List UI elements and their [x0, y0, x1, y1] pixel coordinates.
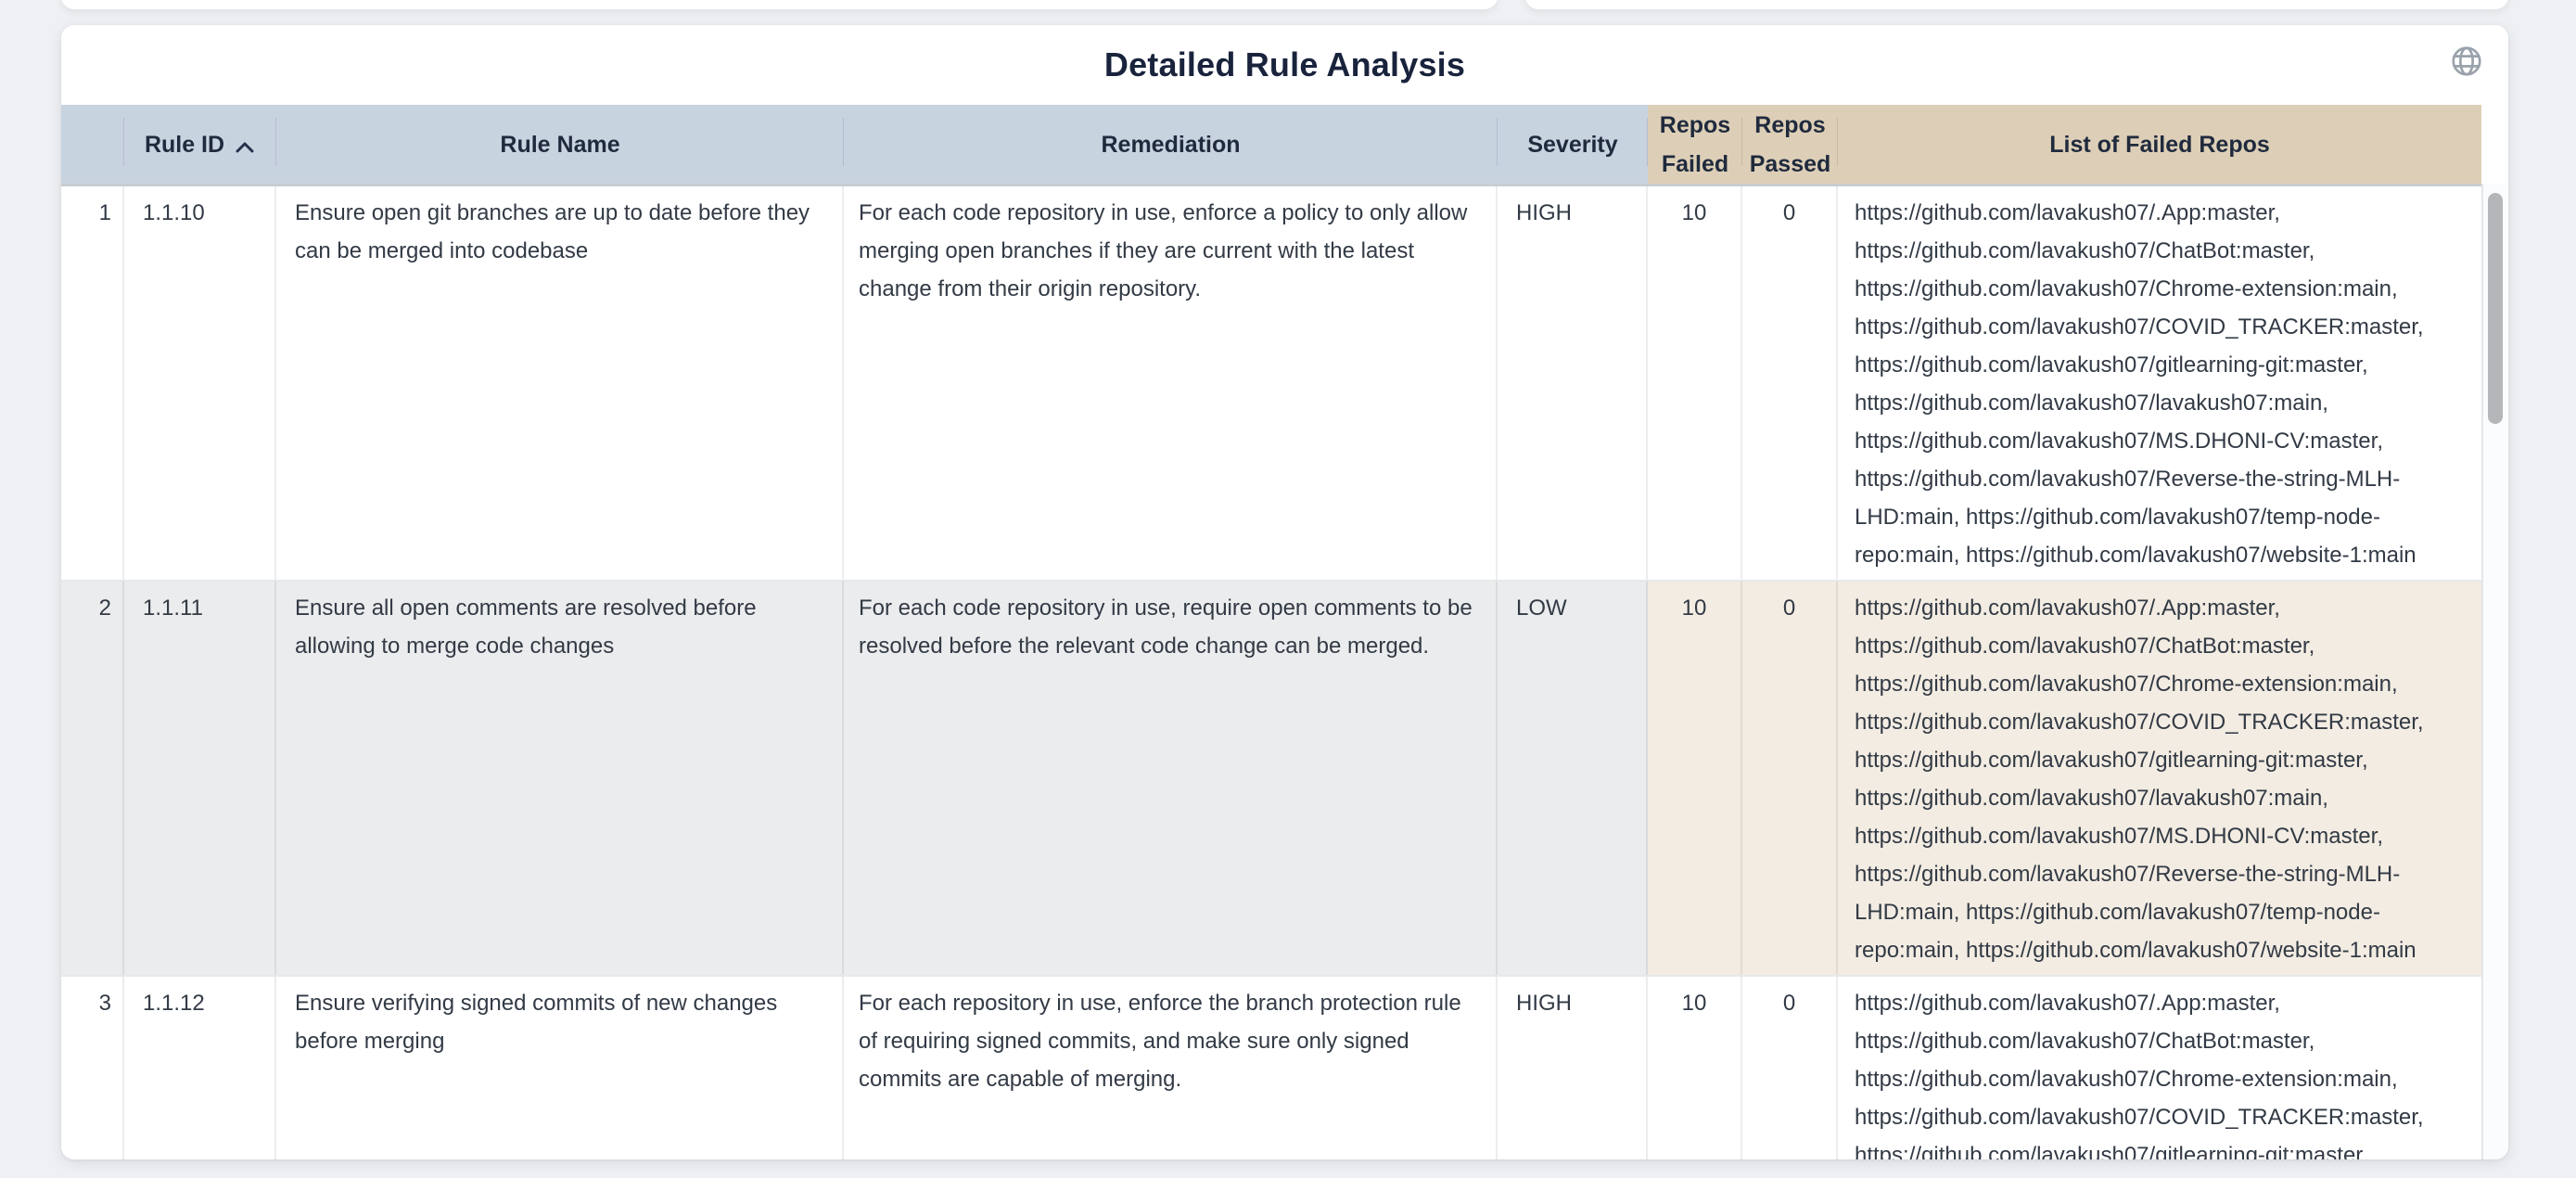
cell-repos_passed: 0 [1742, 977, 1838, 1159]
column-header-label: List of Failed Repos [2049, 125, 2270, 164]
cell-repos_passed: 0 [1742, 582, 1838, 975]
cell-index: 2 [61, 582, 124, 975]
vertical-scrollbar-thumb[interactable] [2488, 193, 2503, 424]
cell-rule_name: Ensure open git branches are up to date … [276, 186, 844, 580]
cell-rule_id: 1.1.12 [124, 977, 276, 1159]
table-row-2: 21.1.11Ensure all open comments are reso… [61, 582, 2508, 977]
column-header-rule_id[interactable]: Rule ID [124, 105, 276, 184]
card-above-left-bottom-edge [61, 0, 1498, 9]
cell-rule_id: 1.1.10 [124, 186, 276, 580]
cell-remediation: For each repository in use, enforce the … [844, 977, 1498, 1159]
table-body: 11.1.10Ensure open git branches are up t… [61, 186, 2508, 1159]
vertical-scrollbar-track [2481, 184, 2508, 1159]
cell-index: 3 [61, 977, 124, 1159]
column-header-remediation: Remediation [844, 105, 1498, 184]
cell-severity: HIGH [1498, 977, 1648, 1159]
page-title: Detailed Rule Analysis [1104, 45, 1465, 84]
column-header-label: Rule ID [145, 125, 224, 164]
column-header-failed_repos: List of Failed Repos [1838, 105, 2481, 184]
card-above-right-bottom-edge [1525, 0, 2508, 9]
rule-analysis-table: Rule ID Rule Name Remediation Severity Repos… [61, 105, 2508, 1159]
cell-remediation: For each code repository in use, require… [844, 582, 1498, 975]
cell-severity: HIGH [1498, 186, 1648, 580]
table-row-3: 31.1.12Ensure verifying signed commits o… [61, 977, 2508, 1159]
cell-repos_failed: 10 [1648, 582, 1742, 975]
column-header-label: Rule Name [500, 125, 619, 164]
cell-index: 1 [61, 186, 124, 580]
cell-rule_name: Ensure verifying signed commits of new c… [276, 977, 844, 1159]
table-row-1: 11.1.10Ensure open git branches are up t… [61, 186, 2508, 582]
cell-remediation: For each code repository in use, enforce… [844, 186, 1498, 580]
column-header-repos_passed: Repos Passed [1742, 105, 1838, 184]
table-header-row: Rule ID Rule Name Remediation Severity Repos… [61, 105, 2508, 186]
cell-rule_id: 1.1.11 [124, 582, 276, 975]
sort-ascending-icon[interactable] [234, 127, 256, 166]
globe-icon[interactable] [2449, 44, 2484, 79]
detailed-rule-analysis-card: Detailed Rule Analysis Rule IDRule NameR… [61, 25, 2508, 1159]
cell-severity: LOW [1498, 582, 1648, 975]
column-header-label: Repos Failed [1653, 106, 1737, 184]
cell-repos_passed: 0 [1742, 186, 1838, 580]
column-header-label: Severity [1527, 125, 1617, 164]
column-header-index [61, 105, 124, 184]
card-header: Detailed Rule Analysis [61, 25, 2508, 105]
cell-repos_failed: 10 [1648, 186, 1742, 580]
column-header-severity: Severity [1498, 105, 1648, 184]
cell-repos_failed: 10 [1648, 977, 1742, 1159]
column-header-label: Repos Passed [1748, 106, 1832, 184]
cell-rule_name: Ensure all open comments are resolved be… [276, 582, 844, 975]
column-header-label: Remediation [1101, 125, 1240, 164]
column-header-repos_failed: Repos Failed [1648, 105, 1742, 184]
cell-failed_repos: https://github.com/lavakush07/.App:maste… [1838, 977, 2481, 1159]
cell-failed_repos: https://github.com/lavakush07/.App:maste… [1838, 186, 2481, 580]
cell-failed_repos: https://github.com/lavakush07/.App:maste… [1838, 582, 2481, 975]
column-header-rule_name: Rule Name [276, 105, 844, 184]
